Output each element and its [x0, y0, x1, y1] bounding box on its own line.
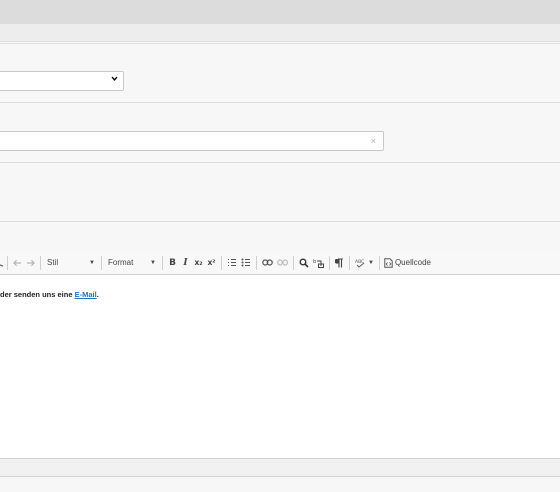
- toolbar-separator: [293, 255, 294, 270]
- toolbar-separator: [378, 255, 380, 270]
- toolbar-separator: [162, 255, 163, 270]
- link-icon[interactable]: [260, 255, 275, 271]
- page-bottom: [0, 477, 560, 492]
- rich-text-editor[interactable]: [0, 251, 560, 459]
- toolbar-separator: [221, 255, 222, 270]
- window-sub-bar: [0, 24, 560, 42]
- text-input-field[interactable]: ×: [0, 131, 384, 151]
- numbered-list-icon[interactable]: [225, 255, 239, 271]
- editor-toolbar: Stil ▼ Format ▼ B I x₂ x² b ABC ▼ Quellc…: [0, 251, 560, 275]
- undo-button[interactable]: [11, 255, 24, 271]
- clear-input-button[interactable]: ×: [371, 136, 376, 146]
- style-dropdown[interactable]: Stil ▼: [44, 255, 98, 271]
- form-row-divider: [0, 102, 560, 103]
- select-field[interactable]: [0, 71, 124, 91]
- style-dropdown-label: Stil: [47, 258, 59, 267]
- toolbar-separator: [40, 255, 41, 270]
- subscript-button[interactable]: x₂: [192, 255, 205, 271]
- unlink-icon[interactable]: [275, 255, 290, 271]
- form-row-divider: [0, 162, 560, 163]
- source-button-label: Quellcode: [394, 258, 431, 267]
- bulleted-list-icon[interactable]: [239, 255, 253, 271]
- source-code-icon: [384, 257, 393, 268]
- bold-button[interactable]: B: [166, 255, 179, 271]
- chevron-down-icon: [111, 75, 118, 82]
- caret-down-icon: ▼: [368, 259, 374, 266]
- toolbar-separator: [256, 255, 257, 270]
- format-dropdown-label: Format: [108, 258, 134, 267]
- format-dropdown[interactable]: Format ▼: [105, 255, 159, 271]
- content-text-end: .: [96, 290, 99, 299]
- content-text: der senden uns eine: [0, 290, 75, 299]
- superscript-button[interactable]: x²: [205, 255, 218, 271]
- paragraph-icon[interactable]: [333, 255, 346, 271]
- toolbar-separator: [349, 255, 350, 270]
- redo-button[interactable]: [24, 255, 37, 271]
- toolbar-separator: [329, 255, 330, 270]
- email-link[interactable]: E-Mail: [75, 290, 97, 299]
- find-icon[interactable]: [297, 255, 311, 271]
- remove-format-icon[interactable]: [0, 255, 4, 271]
- svg-text:b: b: [313, 259, 316, 265]
- window-top-bar: [0, 0, 560, 24]
- spellcheck-button[interactable]: ABC ▼: [353, 255, 376, 271]
- editor-content[interactable]: der senden uns eine E-Mail.: [0, 290, 99, 299]
- replace-icon[interactable]: b: [311, 255, 326, 271]
- editor-status-bar: [0, 459, 560, 477]
- toolbar-separator: [7, 255, 8, 270]
- caret-down-icon: ▼: [150, 259, 156, 266]
- toolbar-separator: [101, 255, 102, 270]
- form-row-divider: [0, 43, 560, 44]
- italic-button[interactable]: I: [179, 255, 192, 271]
- caret-down-icon: ▼: [89, 259, 95, 266]
- form-row-divider: [0, 221, 560, 222]
- source-button[interactable]: Quellcode: [383, 255, 434, 271]
